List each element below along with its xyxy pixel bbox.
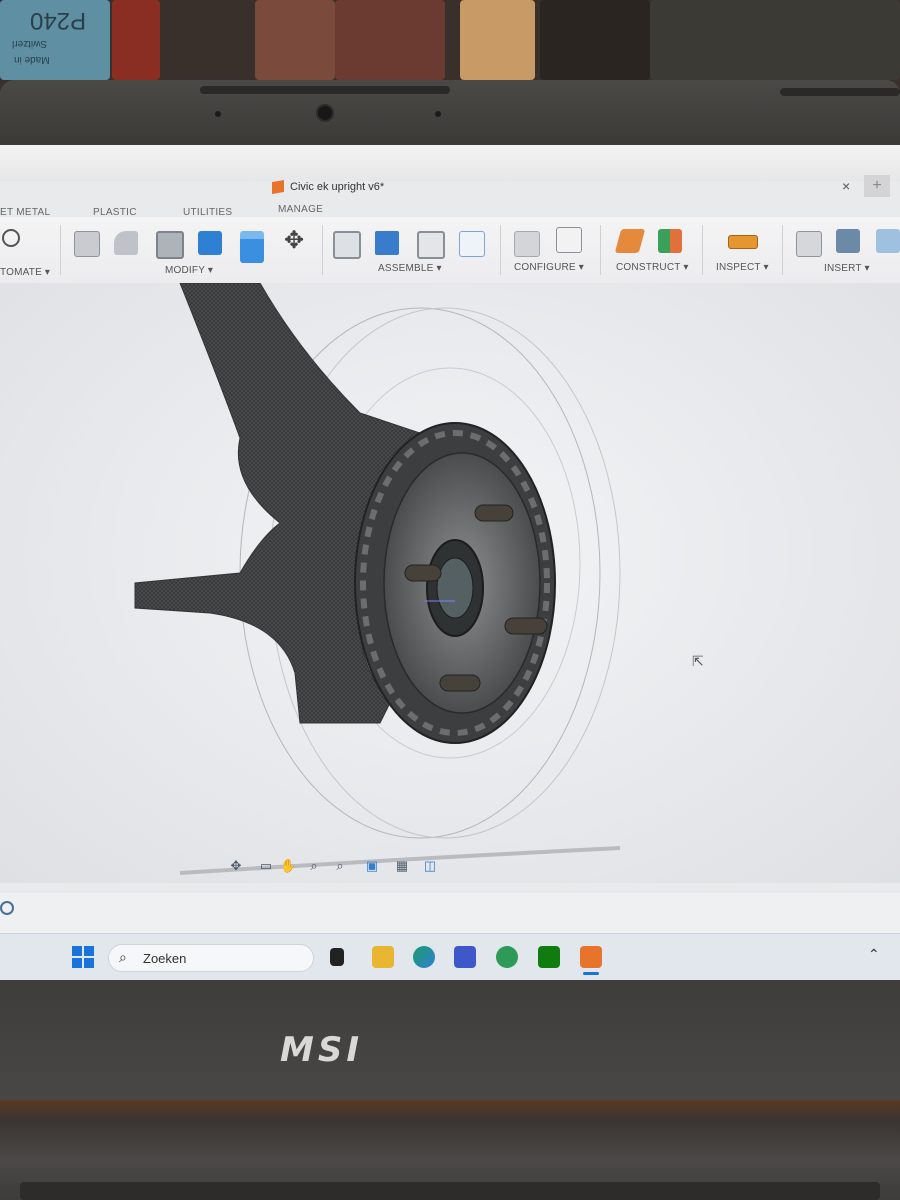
wheel-stud [404,564,442,582]
sensor-dot [215,111,221,117]
wheel-stud [439,674,481,692]
combine-icon[interactable] [198,231,222,255]
app-icon[interactable] [496,946,518,968]
sanding-roll [540,0,650,80]
fit-icon[interactable]: ⌕ [332,858,348,874]
shelf-label: Made in [14,54,50,65]
automate-icon[interactable] [2,229,20,247]
grid-icon[interactable]: ▦ [394,858,410,874]
move-icon[interactable]: ✥ [282,229,306,253]
laptop-bottom-bezel [0,980,900,1110]
divider [500,225,501,275]
hub-bearing [436,557,474,619]
group-construct[interactable]: CONSTRUCT ▾ [616,262,689,273]
bezel-notch [780,88,900,96]
fillet-icon[interactable] [114,231,138,255]
sensor-dot [435,111,441,117]
timeline-marker-icon[interactable] [0,901,18,925]
group-automate[interactable]: TOMATE ▾ [0,267,50,278]
shell-icon[interactable] [156,231,184,259]
configure-icon[interactable] [514,231,540,257]
sanding-roll [112,0,160,80]
as-built-joint-icon[interactable] [417,231,445,259]
laptop-screen: Civic ek upright v6* × + ET METAL PLASTI… [0,145,900,980]
insert-derive-icon[interactable] [796,231,822,257]
configuration-table-icon[interactable] [556,227,582,253]
group-inspect[interactable]: INSPECT ▾ [716,262,769,273]
group-modify[interactable]: MODIFY ▾ [165,265,213,276]
sanding-roll: P240 Switzerl Made in [0,0,110,80]
shelf-label: Switzerl [12,38,48,49]
look-at-icon[interactable]: ▭ [258,858,274,874]
xbox-icon[interactable] [538,946,560,968]
search-placeholder: Zoeken [143,951,187,966]
webcam-icon [316,104,334,122]
joint-icon[interactable] [333,231,361,259]
new-tab-button[interactable]: + [864,175,890,197]
upright-model [134,282,621,875]
tab-utilities[interactable]: UTILITIES [183,207,232,218]
divider [702,225,703,275]
divider [322,225,323,275]
press-pull-icon[interactable] [74,231,100,257]
app-icon[interactable] [454,946,476,968]
shelf-label: P240 [30,7,87,34]
group-insert[interactable]: INSERT ▾ [824,263,870,274]
midplane-icon[interactable] [658,229,682,253]
divider [600,225,601,275]
tab-manage[interactable]: MANAGE [278,204,323,215]
insert-mesh-icon[interactable] [836,229,860,253]
title-bar [0,145,900,181]
zoom-icon[interactable]: ⌕ [306,858,322,874]
group-configure[interactable]: CONFIGURE ▾ [514,262,584,273]
tab-sheet-metal[interactable]: ET METAL [0,207,50,218]
group-assemble[interactable]: ASSEMBLE ▾ [378,263,442,274]
joint-origin-icon[interactable] [459,231,485,257]
search-icon: ⌕ [119,949,127,965]
timeline-strip [0,893,900,933]
brand-logo: MSI [280,1030,363,1070]
task-view-icon[interactable] [330,948,344,966]
file-explorer-icon[interactable] [372,946,394,968]
orbit-icon[interactable]: ✥ [228,858,244,874]
active-app-indicator [583,972,599,975]
fusion-360-icon[interactable] [580,946,602,968]
chevron-up-icon[interactable]: ⌃ [868,946,880,963]
sanding-roll [460,0,535,80]
wheel-stud [504,617,548,635]
wheel-stud [474,504,514,522]
windows-taskbar: ⌕ Zoeken ⌃ [0,933,900,980]
tab-plastic[interactable]: PLASTIC [93,207,137,218]
edge-icon[interactable] [413,946,435,968]
taskbar-search[interactable]: ⌕ Zoeken [108,944,314,972]
canvas-image-icon[interactable] [876,229,900,253]
measure-icon[interactable] [728,235,758,249]
document-cube-icon [272,179,284,195]
mouse-cursor-icon: ⇱ [692,653,704,669]
sanding-roll [255,0,335,80]
laptop-top-bezel [0,80,900,150]
sanding-roll [650,0,900,80]
keyboard-edge [20,1182,880,1200]
3d-viewport[interactable]: ⇱ [0,282,900,883]
windows-start-icon[interactable] [72,946,94,968]
new-component-icon[interactable] [375,231,399,255]
display-settings-icon[interactable]: ▣ [364,858,380,874]
bezel-notch [200,86,450,94]
divider [60,225,61,275]
viewports-icon[interactable]: ◫ [422,858,438,874]
divider [782,225,783,275]
document-tab-title[interactable]: Civic ek upright v6* [290,181,384,193]
close-tab-button[interactable]: × [842,178,850,194]
navigation-bar: ✥ ▭ ✋ ⌕ ⌕ ▣ ▦ ◫ [222,855,450,881]
pan-icon[interactable]: ✋ [280,858,296,874]
split-body-icon[interactable] [240,231,264,263]
sanding-roll [335,0,445,80]
